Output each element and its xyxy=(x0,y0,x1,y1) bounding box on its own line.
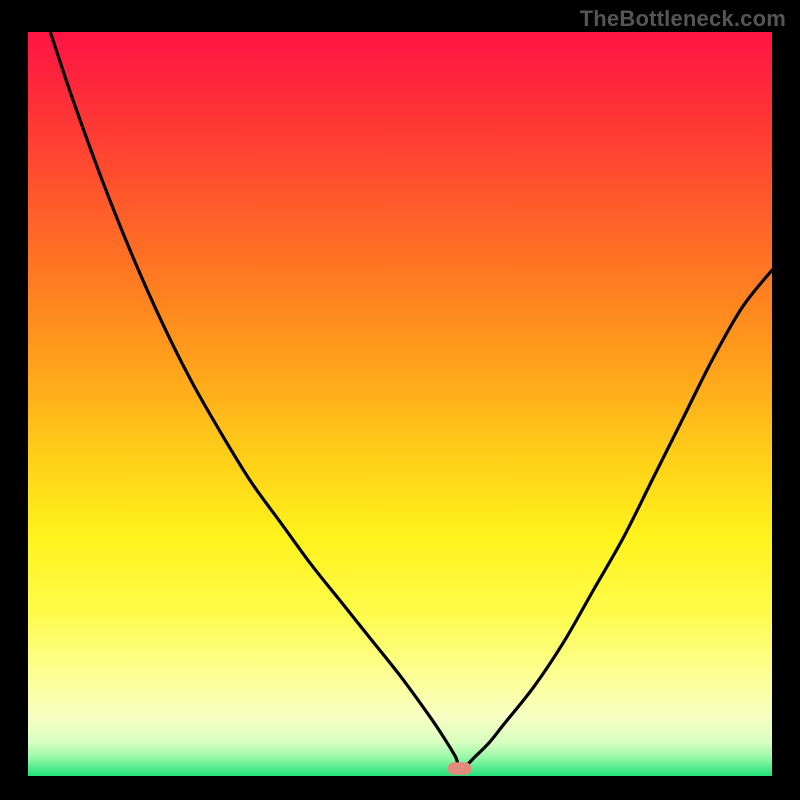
minimum-marker xyxy=(448,762,472,775)
chart-svg xyxy=(28,32,772,776)
watermark-text: TheBottleneck.com xyxy=(580,6,786,32)
bottleneck-curve xyxy=(50,32,772,769)
chart-frame: TheBottleneck.com xyxy=(0,0,800,800)
plot-area xyxy=(28,32,772,776)
